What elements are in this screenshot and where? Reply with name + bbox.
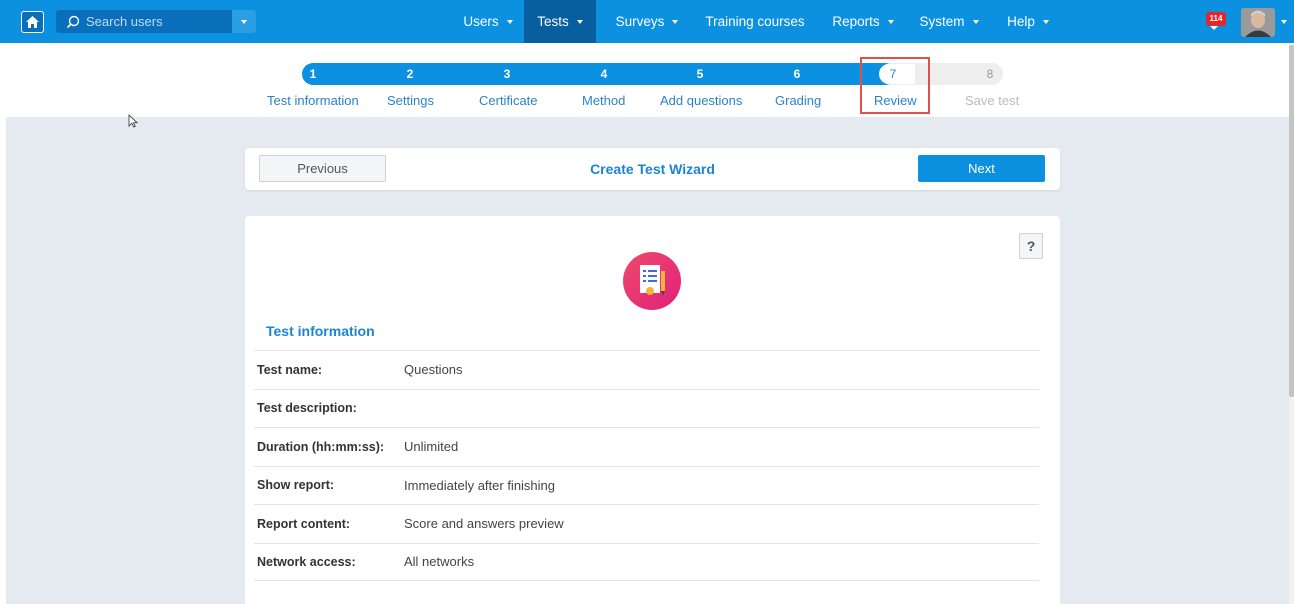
info-value: Score and answers preview: [404, 516, 564, 532]
nav-reports[interactable]: Reports: [822, 0, 904, 43]
step-4-number[interactable]: 4: [589, 63, 619, 85]
nav-system-label: System: [919, 14, 965, 29]
review-step-highlight: [860, 57, 930, 114]
user-avatar[interactable]: [1241, 8, 1275, 37]
notification-bubble-tail: [1210, 26, 1218, 30]
nav-help-label: Help: [1007, 14, 1035, 29]
top-navigation-bar: Users Tests Surveys Training courses Rep…: [0, 0, 1294, 43]
step-4-label[interactable]: Method: [582, 93, 625, 108]
search-icon: [66, 15, 80, 28]
wizard-steps: 1 2 3 4 5 6 7 8 Test information Setting…: [0, 43, 1290, 117]
nav-tests[interactable]: Tests: [524, 0, 596, 43]
info-label: Test description:: [257, 401, 357, 416]
info-value: Immediately after finishing: [404, 477, 556, 493]
mouse-cursor-icon: [128, 114, 138, 128]
nav-users-label: Users: [463, 14, 499, 29]
info-row-report-content: Report content: Score and answers previe…: [254, 504, 1039, 543]
chevron-down-icon: [576, 19, 583, 24]
previous-button[interactable]: Previous: [259, 155, 386, 182]
nav-surveys-label: Surveys: [615, 14, 665, 29]
info-row-show-report: Show report: Immediately after finishing: [254, 465, 1039, 505]
nav-tests-label: Tests: [537, 14, 569, 29]
search-users-box: [56, 10, 256, 33]
step-2-label[interactable]: Settings: [387, 93, 434, 108]
step-2-number[interactable]: 2: [395, 63, 425, 85]
nav-help[interactable]: Help: [996, 0, 1060, 43]
notification-count-badge: 114: [1206, 12, 1226, 26]
help-button[interactable]: ?: [1019, 233, 1043, 259]
step-5-number[interactable]: 5: [685, 63, 715, 85]
home-icon: [26, 16, 39, 28]
chevron-down-icon: [241, 19, 247, 24]
info-label: Report content:: [257, 516, 351, 531]
next-button[interactable]: Next: [918, 155, 1045, 182]
info-label: Test name:: [257, 362, 323, 377]
nav-training-courses-label: Training courses: [705, 14, 805, 29]
info-value: Questions: [404, 362, 463, 378]
step-5-label[interactable]: Add questions: [660, 93, 742, 108]
step-8-label: Save test: [965, 93, 1020, 108]
chevron-down-icon: [506, 19, 513, 24]
user-photo-icon: [1241, 8, 1275, 37]
step-3-number[interactable]: 3: [492, 63, 522, 85]
chevron-down-icon: [887, 19, 894, 24]
info-value: All networks: [404, 554, 475, 570]
step-6-number[interactable]: 6: [782, 63, 812, 85]
chevron-down-icon: [672, 19, 679, 24]
user-menu-chevron-icon[interactable]: [1281, 20, 1287, 24]
search-filter-dropdown[interactable]: [232, 10, 256, 33]
home-button[interactable]: [21, 11, 44, 33]
info-row-network-access: Network access: All networks: [254, 542, 1039, 581]
search-users-input[interactable]: [86, 14, 226, 29]
page-scrollbar-thumb[interactable]: [1289, 45, 1294, 397]
step-8-number: 8: [986, 67, 994, 81]
step-3-label[interactable]: Certificate: [479, 93, 538, 108]
info-label: Show report:: [257, 478, 335, 493]
nav-reports-label: Reports: [832, 14, 880, 29]
nav-users[interactable]: Users: [452, 0, 524, 43]
review-card: ? Test information Test name: Questions …: [245, 216, 1060, 604]
chevron-down-icon: [972, 19, 979, 24]
step-6-label[interactable]: Grading: [775, 93, 821, 108]
info-row-test-description: Test description:: [254, 388, 1039, 428]
info-label: Duration (hh:mm:ss):: [257, 439, 385, 454]
chevron-down-icon: [1042, 19, 1049, 24]
step-1-label[interactable]: Test information: [267, 93, 359, 108]
test-information-table: Test name: Questions Test description: D…: [254, 350, 1039, 581]
step-1-number[interactable]: 1: [298, 63, 328, 85]
notifications-button[interactable]: 114: [1206, 12, 1226, 32]
info-label: Network access:: [257, 554, 356, 569]
info-row-test-name: Test name: Questions: [254, 350, 1039, 389]
wizard-navigation-bar: Previous Create Test Wizard Next: [245, 148, 1060, 190]
nav-system[interactable]: System: [910, 0, 988, 43]
test-document-icon: [623, 252, 681, 310]
info-value: Unlimited: [404, 439, 459, 455]
nav-training-courses[interactable]: Training courses: [695, 0, 815, 43]
nav-surveys[interactable]: Surveys: [604, 0, 690, 43]
section-title-test-information: Test information: [266, 323, 375, 339]
info-row-duration: Duration (hh:mm:ss): Unlimited: [254, 427, 1039, 466]
